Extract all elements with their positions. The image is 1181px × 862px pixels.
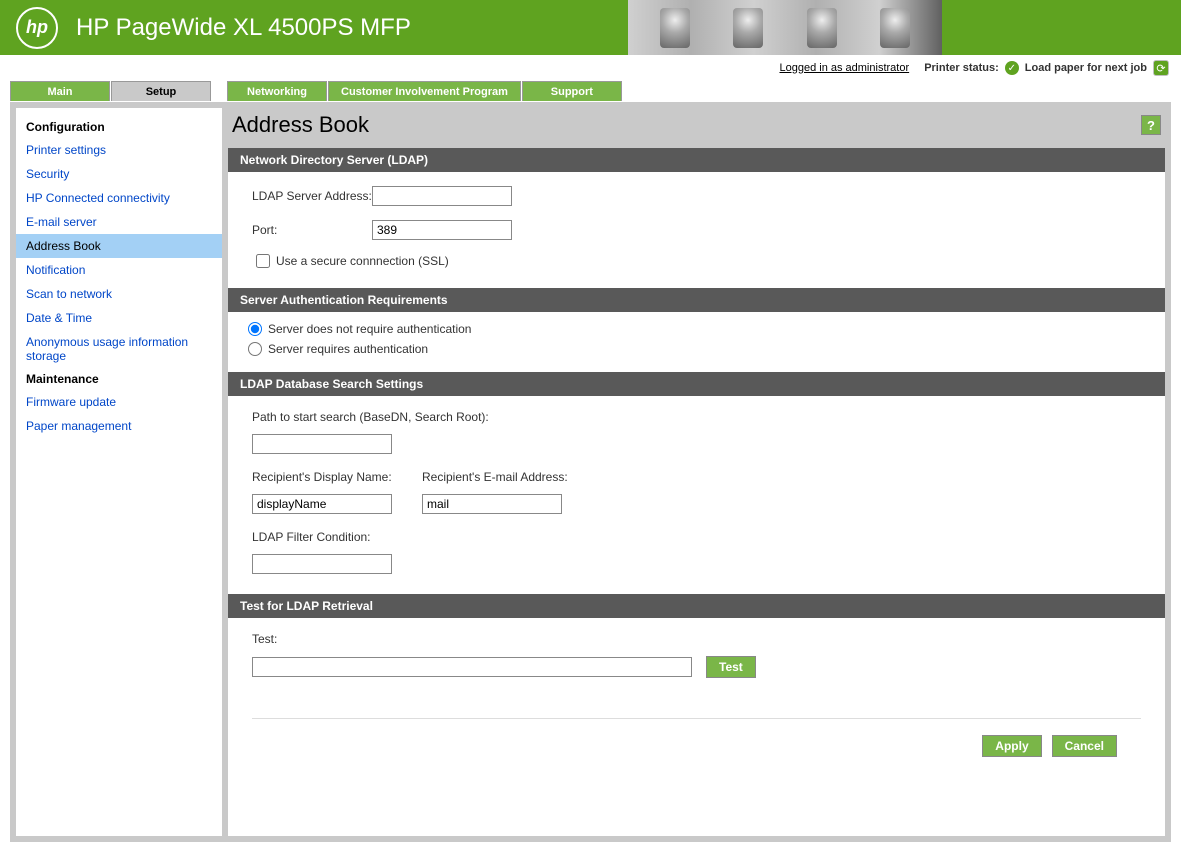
ldap-port-label: Port:: [252, 223, 372, 237]
footer-buttons: Apply Cancel: [252, 718, 1141, 773]
sidebar-header-maintenance: Maintenance: [16, 368, 222, 390]
hp-logo-icon: hp: [16, 7, 58, 49]
printer-status-label: Printer status:: [924, 62, 999, 74]
sidebar-item-address-book[interactable]: Address Book: [16, 234, 222, 258]
radio-no-auth-label: Server does not require authentication: [268, 322, 471, 336]
sidebar-item-anon-usage[interactable]: Anonymous usage information storage: [16, 330, 222, 368]
radio-req-auth[interactable]: [248, 342, 262, 356]
base-dn-label: Path to start search (BaseDN, Search Roo…: [252, 410, 1141, 424]
sidebar-item-notification[interactable]: Notification: [16, 258, 222, 282]
tab-networking[interactable]: Networking: [227, 81, 327, 101]
radio-req-auth-label: Server requires authentication: [268, 342, 428, 356]
help-button[interactable]: ?: [1141, 115, 1161, 135]
sidebar-item-printer-settings[interactable]: Printer settings: [16, 138, 222, 162]
sidebar-item-hp-connected[interactable]: HP Connected connectivity: [16, 186, 222, 210]
primary-tabs: Main Setup Networking Customer Involveme…: [0, 81, 1181, 102]
recipient-email-input[interactable]: [422, 494, 562, 514]
sidebar-header-config: Configuration: [16, 116, 222, 138]
sidebar-item-scan-network[interactable]: Scan to network: [16, 282, 222, 306]
apply-button[interactable]: Apply: [982, 735, 1041, 757]
tab-main[interactable]: Main: [10, 81, 110, 101]
logged-in-link[interactable]: Logged in as administrator: [779, 62, 909, 74]
ldap-port-input[interactable]: [372, 220, 512, 240]
ldap-server-address-input[interactable]: [372, 186, 512, 206]
section-header-ldap: Network Directory Server (LDAP): [228, 148, 1165, 172]
cancel-button[interactable]: Cancel: [1052, 735, 1117, 757]
ssl-checkbox[interactable]: [256, 254, 270, 268]
section-header-search: LDAP Database Search Settings: [228, 372, 1165, 396]
sidebar-item-date-time[interactable]: Date & Time: [16, 306, 222, 330]
tab-setup[interactable]: Setup: [111, 81, 211, 101]
status-ok-icon: ✓: [1005, 61, 1019, 75]
product-title: HP PageWide XL 4500PS MFP: [76, 14, 411, 42]
printer-status-message: Load paper for next job: [1025, 62, 1147, 74]
form-area: Network Directory Server (LDAP) LDAP Ser…: [228, 148, 1165, 836]
status-bar: Logged in as administrator Printer statu…: [0, 55, 1181, 81]
test-button[interactable]: Test: [706, 656, 756, 678]
sidebar-item-paper-mgmt[interactable]: Paper management: [16, 414, 222, 438]
test-input[interactable]: [252, 657, 692, 677]
test-label: Test:: [252, 632, 1141, 646]
sidebar-item-security[interactable]: Security: [16, 162, 222, 186]
filter-input[interactable]: [252, 554, 392, 574]
main-panel: Address Book ? Network Directory Server …: [228, 108, 1165, 836]
display-name-label: Recipient's Display Name:: [252, 470, 422, 484]
content-wrapper: Configuration Printer settings Security …: [10, 102, 1171, 842]
display-name-input[interactable]: [252, 494, 392, 514]
ldap-server-address-label: LDAP Server Address:: [252, 189, 372, 203]
refresh-icon[interactable]: ⟳: [1153, 60, 1169, 76]
radio-no-auth[interactable]: [248, 322, 262, 336]
recipient-email-label: Recipient's E-mail Address:: [422, 470, 592, 484]
tab-cip[interactable]: Customer Involvement Program: [328, 81, 521, 101]
sidebar-item-firmware[interactable]: Firmware update: [16, 390, 222, 414]
section-header-test: Test for LDAP Retrieval: [228, 594, 1165, 618]
ssl-label: Use a secure connnection (SSL): [276, 254, 449, 268]
filter-label: LDAP Filter Condition:: [252, 530, 1141, 544]
sidebar-item-email-server[interactable]: E-mail server: [16, 210, 222, 234]
printer-image: [628, 0, 942, 55]
sidebar: Configuration Printer settings Security …: [16, 108, 222, 836]
base-dn-input[interactable]: [252, 434, 392, 454]
page-title: Address Book: [232, 112, 369, 138]
tab-support[interactable]: Support: [522, 81, 622, 101]
section-header-auth: Server Authentication Requirements: [228, 288, 1165, 312]
header-bar: hp HP PageWide XL 4500PS MFP: [0, 0, 1181, 55]
